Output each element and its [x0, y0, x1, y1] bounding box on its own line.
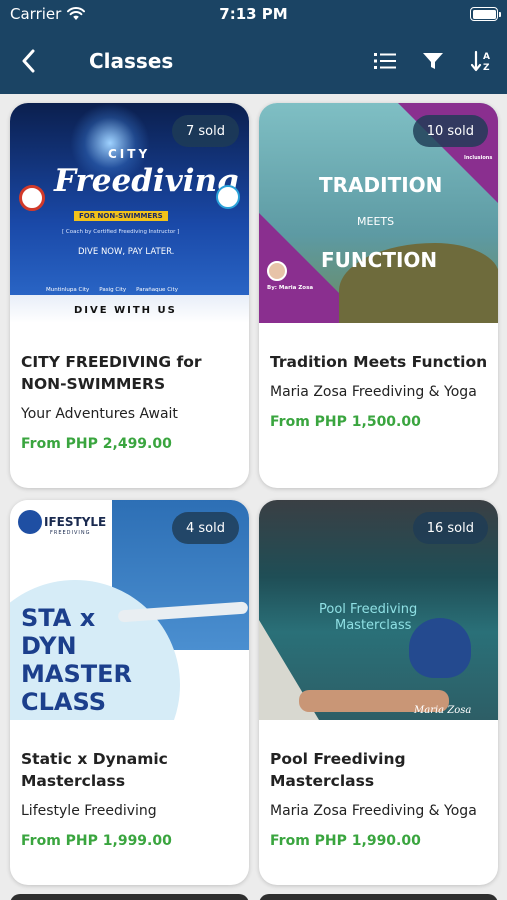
poster-line3: FUNCTION	[321, 248, 438, 272]
lifestyle-logo-icon	[18, 510, 42, 534]
poster-line1: TRADITION	[319, 173, 443, 197]
battery-icon	[470, 7, 501, 21]
class-card[interactable]: TRADITION MEETS FUNCTION By: Maria Zosa …	[259, 103, 498, 488]
poster-by: By: Maria Zosa	[267, 285, 314, 291]
sort-button[interactable]: A Z	[467, 46, 497, 76]
instructor-avatar	[267, 261, 287, 281]
app-header: Carrier 7:13 PM Classes A Z	[0, 0, 507, 94]
status-bar: Carrier 7:13 PM	[0, 0, 507, 30]
poster-ribbon: FOR NON-SWIMMERS	[74, 211, 168, 221]
swim-cap-shape	[409, 618, 471, 678]
poster-line2: MEETS	[357, 215, 395, 228]
class-vendor: Lifestyle Freediving	[21, 803, 157, 819]
poster-slogan: DIVE NOW, PAY LATER.	[78, 247, 175, 257]
list-view-button[interactable]	[370, 46, 400, 76]
class-price: From PHP 1,990.00	[270, 833, 421, 849]
location-label: Pasig City	[99, 287, 127, 293]
poster-footer: DIVE WITH US	[74, 305, 177, 316]
status-time: 7:13 PM	[219, 5, 288, 23]
class-price: From PHP 1,999.00	[21, 833, 172, 849]
class-card[interactable]: CITY Freediving FOR NON-SWIMMERS [ Coach…	[10, 103, 249, 488]
poster-city: CITY	[108, 147, 151, 161]
class-price: From PHP 2,499.00	[21, 436, 172, 452]
poster-locations: Muntinlupa City Pasig City Parañaque Cit…	[46, 287, 178, 293]
class-vendor: Your Adventures Await	[21, 406, 178, 422]
poster-inclusions: Inclusions	[464, 155, 493, 161]
sold-badge: 4 sold	[172, 512, 239, 544]
poster-line2: Masterclass	[335, 618, 412, 633]
location-label: Muntinlupa City	[46, 287, 90, 293]
svg-text:Z: Z	[483, 63, 490, 72]
poster-coach: [ Coach by Certified Freediving Instruct…	[62, 229, 180, 235]
class-title: CITY FREEDIVING for NON-SWIMMERS	[21, 353, 202, 393]
poster-line: MASTER	[21, 660, 132, 688]
poster-line: CLASS	[21, 688, 106, 716]
class-vendor: Maria Zosa Freediving & Yoga	[270, 384, 477, 400]
navigation-bar: Classes A Z	[0, 36, 507, 86]
back-button[interactable]	[12, 44, 46, 78]
sold-badge: 16 sold	[412, 512, 488, 544]
next-row-card-edge	[10, 894, 249, 900]
logo-sub: FREEDIVING	[50, 530, 91, 536]
list-icon	[374, 53, 396, 69]
page-title: Classes	[89, 49, 174, 73]
class-price: From PHP 1,500.00	[270, 414, 421, 430]
class-card[interactable]: IFESTYLE FREEDIVING STA x DYN MASTER CLA…	[10, 500, 249, 885]
coach-badge-icon	[19, 185, 45, 211]
sold-badge: 10 sold	[412, 115, 488, 147]
sold-badge: 7 sold	[172, 115, 239, 147]
poster-title-block: STA x DYN MASTER CLASS	[21, 604, 132, 716]
no-swim-icon	[216, 185, 240, 209]
class-title: Static x Dynamic Masterclass	[21, 750, 168, 790]
class-vendor: Maria Zosa Freediving & Yoga	[270, 803, 477, 819]
poster-signature: Maria Zosa	[414, 705, 472, 716]
skyline-strip: DIVE WITH US	[10, 295, 249, 323]
logo-text: IFESTYLE	[44, 515, 107, 529]
poster-line: STA x	[21, 604, 96, 632]
class-title: Tradition Meets Function	[270, 353, 488, 371]
poster-headline: Freediving	[54, 163, 239, 199]
location-label: Parañaque City	[136, 287, 178, 293]
poster-line: DYN	[21, 632, 77, 660]
sort-icon: A Z	[471, 50, 490, 72]
filter-button[interactable]	[418, 46, 448, 76]
filter-icon	[423, 53, 443, 69]
class-title: Pool Freediving Masterclass	[270, 750, 406, 790]
svg-text:A: A	[483, 52, 490, 62]
back-chevron-icon	[22, 49, 35, 73]
poster-line1: Pool Freediving	[319, 602, 418, 617]
next-row-card-edge	[259, 894, 498, 900]
class-card[interactable]: Pool Freediving Masterclass Maria Zosa 1…	[259, 500, 498, 885]
